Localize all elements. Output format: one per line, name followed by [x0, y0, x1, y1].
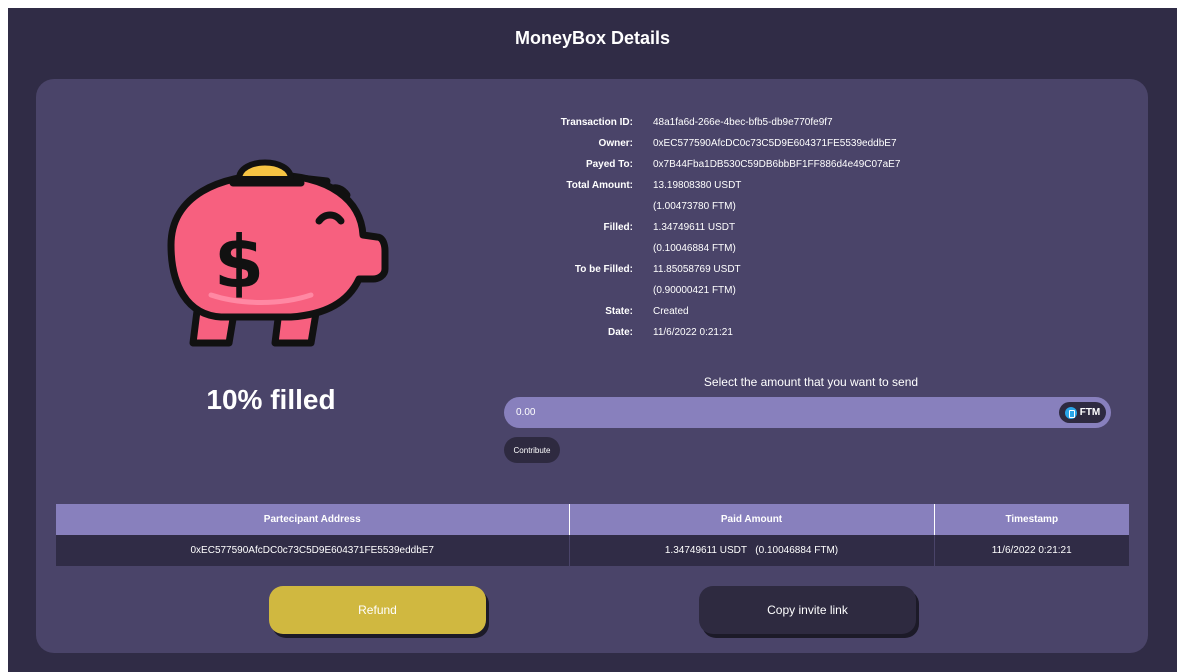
detail-key: Transaction ID: — [560, 117, 633, 128]
refund-button[interactable]: Refund — [269, 586, 486, 634]
participants-table: Partecipant Address Paid Amount Timestam… — [56, 504, 1129, 566]
detail-value: 13.19808380 USDT — [653, 180, 742, 191]
contribute-button[interactable]: Contribute — [504, 437, 560, 463]
amount-input[interactable] — [516, 397, 1016, 428]
amount-input-group: FTM — [504, 397, 1111, 428]
detail-row-to-be-filled: To be Filled: 11.85058769 USDT — [526, 259, 946, 280]
moneybox-card: $ 10% filled Transaction ID: 48a1fa6d-26… — [36, 79, 1148, 653]
detail-key: Date: — [607, 327, 633, 338]
detail-row-total-amount-ftm: (1.00473780 FTM) — [526, 196, 946, 217]
detail-row-transaction-id: Transaction ID: 48a1fa6d-266e-4bec-bfb5-… — [526, 112, 946, 133]
detail-value: 11.85058769 USDT — [653, 264, 741, 275]
column-header-address: Partecipant Address — [56, 504, 570, 535]
detail-value: 0x7B44Fba1DB530C59DB6bbBF1FF886d4e49C07a… — [653, 159, 901, 170]
page: MoneyBox Details $ 10% filled Transactio… — [8, 8, 1177, 672]
detail-row-payed-to: Payed To: 0x7B44Fba1DB530C59DB6bbBF1FF88… — [526, 154, 946, 175]
svg-text:$: $ — [214, 220, 264, 304]
detail-key: Payed To: — [585, 159, 633, 170]
column-header-timestamp: Timestamp — [934, 504, 1129, 535]
copy-invite-link-button[interactable]: Copy invite link — [699, 586, 916, 634]
participant-timestamp: 11/6/2022 0:21:21 — [934, 535, 1129, 566]
detail-row-owner: Owner: 0xEC577590AfcDC0c73C5D9E604371FE5… — [526, 133, 946, 154]
table-row: 0xEC577590AfcDC0c73C5D9E604371FE5539eddb… — [56, 535, 1129, 566]
send-amount-label: Select the amount that you want to send — [703, 375, 919, 389]
detail-value: 0xEC577590AfcDC0c73C5D9E604371FE5539eddb… — [653, 138, 897, 149]
detail-value: 1.34749611 USDT — [653, 222, 736, 233]
table-header-row: Partecipant Address Paid Amount Timestam… — [56, 504, 1129, 535]
moneybox-details: Transaction ID: 48a1fa6d-266e-4bec-bfb5-… — [526, 112, 946, 343]
detail-key: Total Amount: — [566, 180, 633, 191]
detail-row-filled-ftm: (0.10046884 FTM) — [526, 238, 946, 259]
piggy-bank-icon: $ — [167, 159, 389, 347]
detail-value: Created — [653, 306, 689, 317]
detail-row-filled: Filled: 1.34749611 USDT — [526, 217, 946, 238]
currency-selector[interactable]: FTM — [1059, 402, 1106, 423]
detail-value: (0.10046884 FTM) — [653, 243, 736, 254]
page-title: MoneyBox Details — [514, 28, 671, 48]
fantom-icon — [1064, 406, 1077, 419]
fill-percentage-label: 10% filled — [206, 384, 336, 415]
detail-value: 48a1fa6d-266e-4bec-bfb5-db9e770fe9f7 — [653, 117, 833, 128]
detail-value: 11/6/2022 0:21:21 — [653, 327, 733, 338]
detail-key: To be Filled: — [574, 264, 633, 275]
detail-row-to-be-filled-ftm: (0.90000421 FTM) — [526, 280, 946, 301]
detail-row-state: State: Created — [526, 301, 946, 322]
detail-value: (0.90000421 FTM) — [653, 285, 736, 296]
detail-key: Owner: — [598, 138, 633, 149]
detail-key: State: — [605, 306, 633, 317]
participant-address: 0xEC577590AfcDC0c73C5D9E604371FE5539eddb… — [56, 535, 570, 566]
currency-label: FTM — [1079, 407, 1101, 418]
detail-row-date: Date: 11/6/2022 0:21:21 — [526, 322, 946, 343]
column-header-paid-amount: Paid Amount — [569, 504, 935, 535]
detail-key: Filled: — [603, 222, 633, 233]
detail-row-total-amount: Total Amount: 13.19808380 USDT — [526, 175, 946, 196]
detail-value: (1.00473780 FTM) — [653, 201, 736, 212]
participant-paid-amount: 1.34749611 USDT (0.10046884 FTM) — [569, 535, 935, 566]
